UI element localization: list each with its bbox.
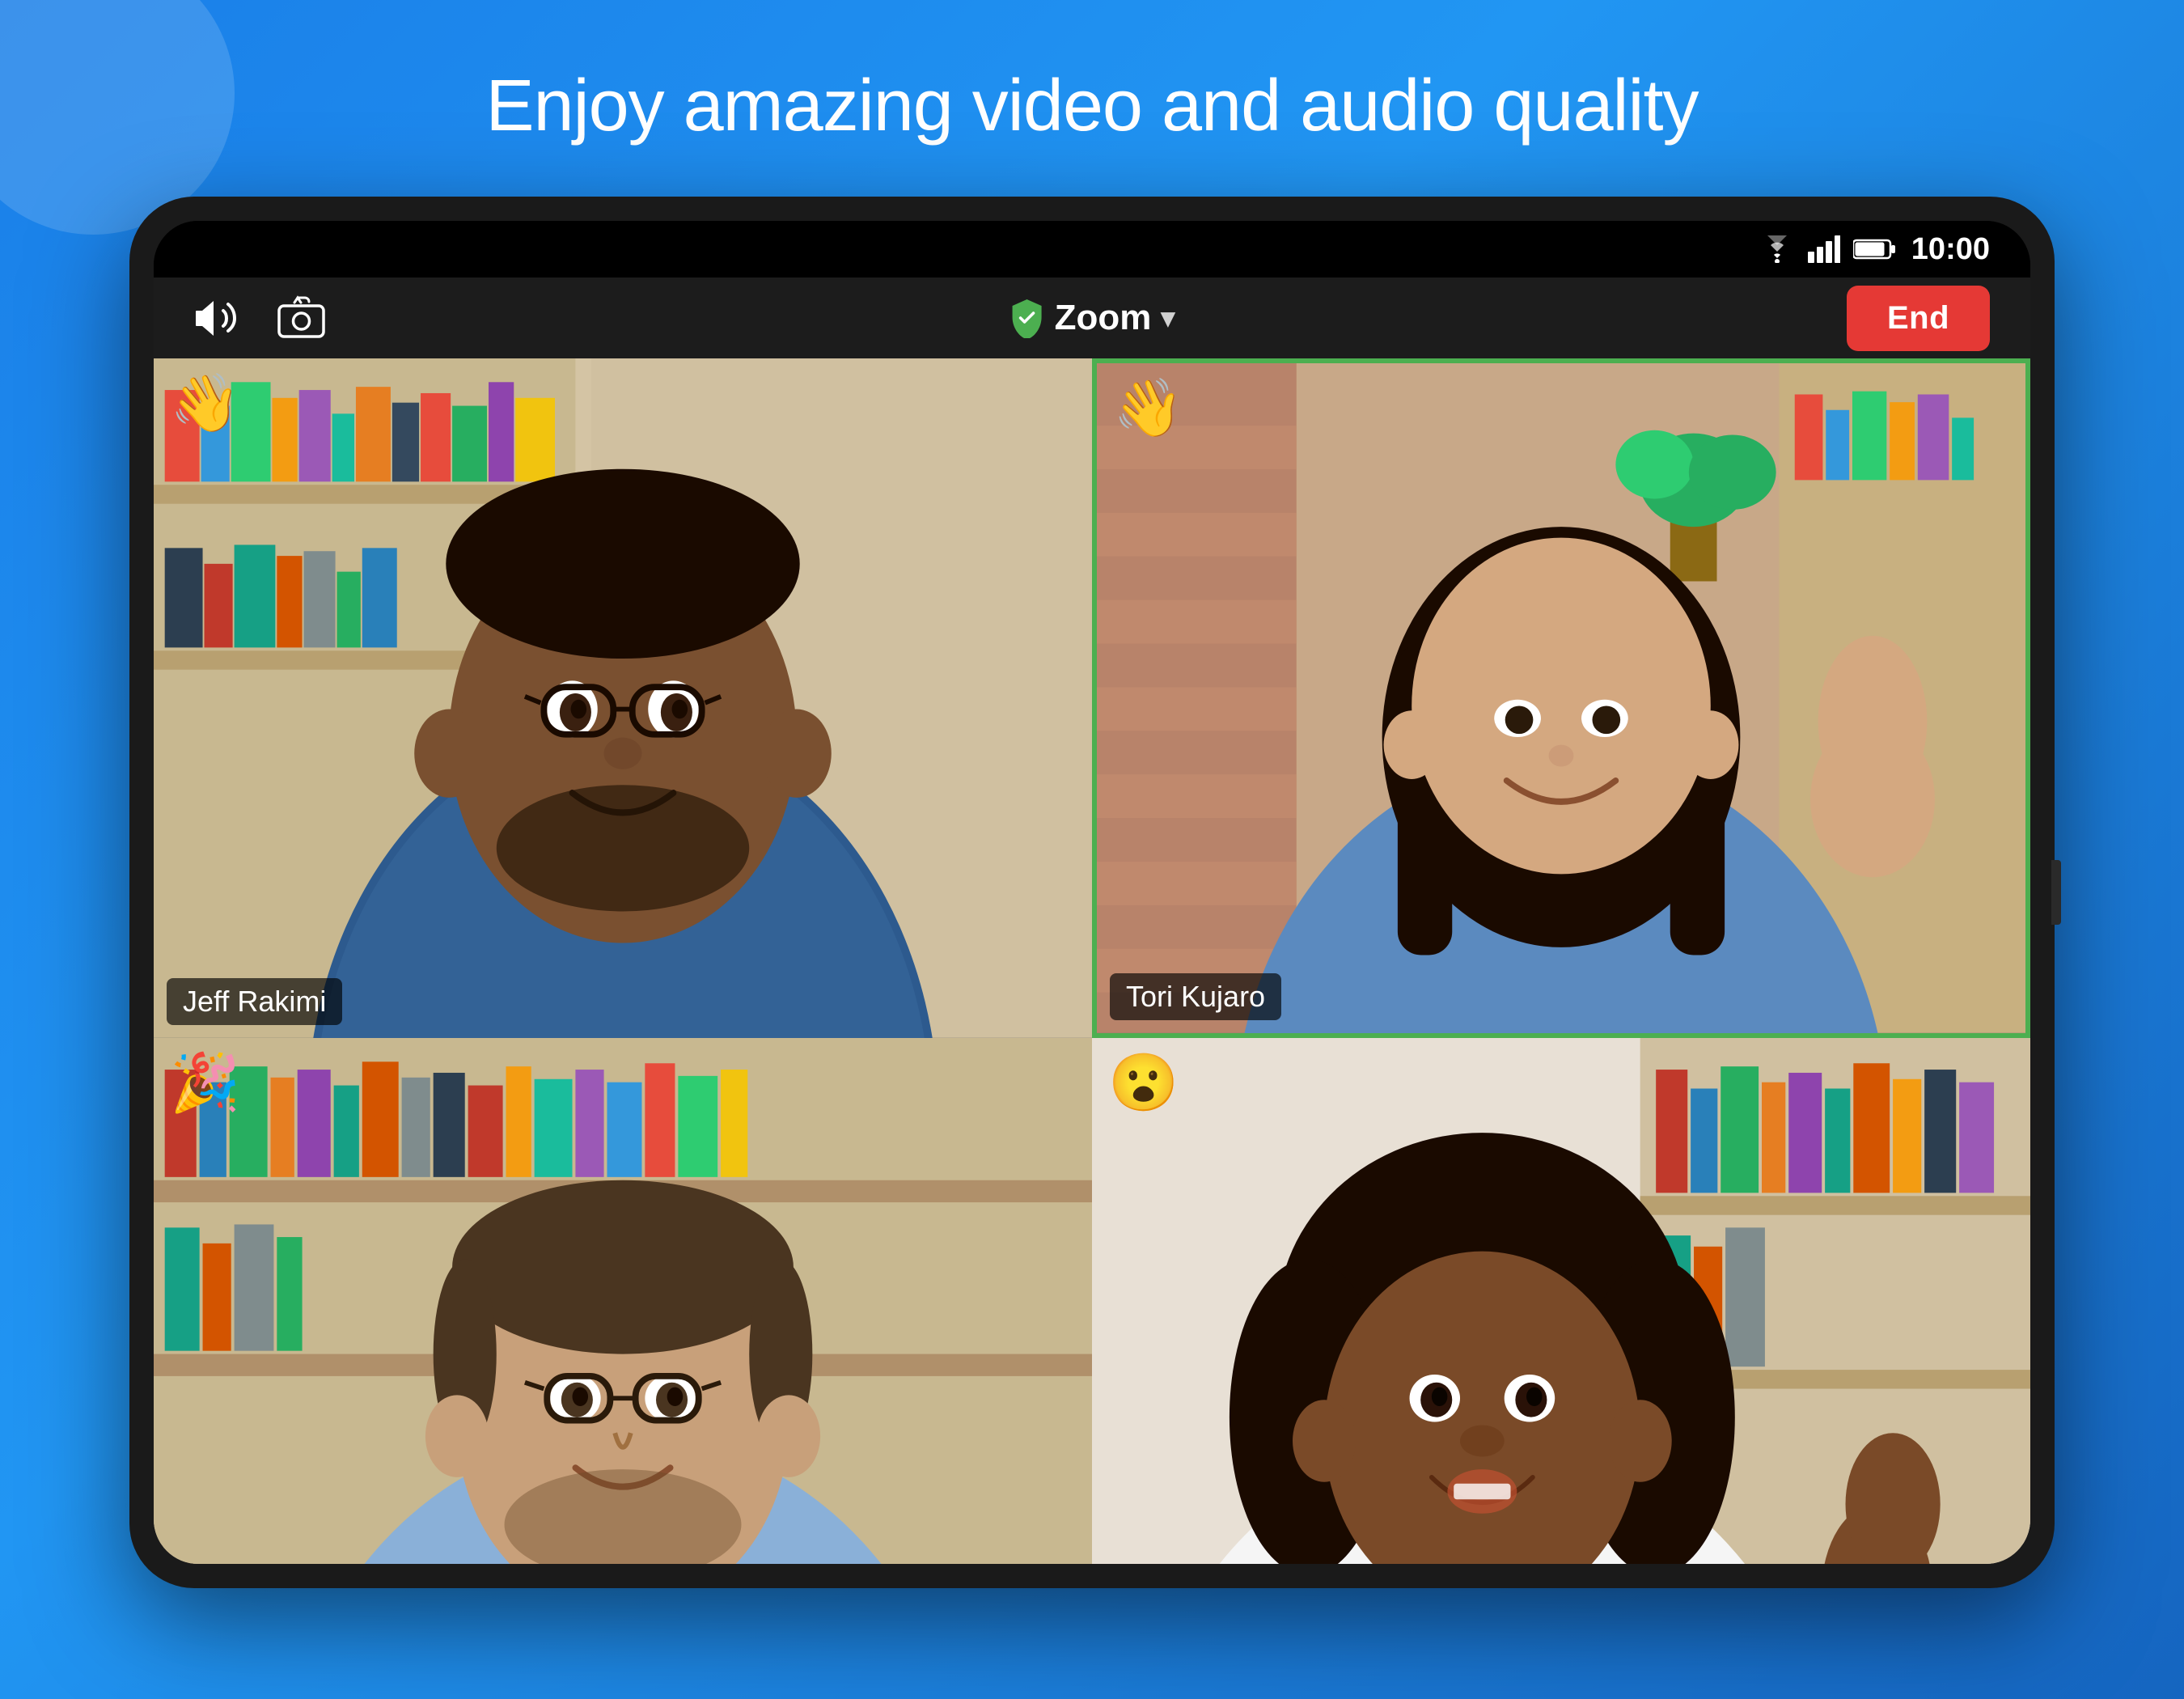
jeff-video-frame [154, 358, 1092, 1038]
top-bar-left [194, 294, 328, 341]
video-cell-nabil: 🎉 Nabil Rashid [154, 1038, 1092, 1564]
app-name: Zoom [1055, 298, 1152, 338]
top-bar: Zoom ▾ End [154, 278, 2030, 358]
karen-video-frame [1092, 1038, 2030, 1564]
karen-reaction: 😮 [1108, 1054, 1179, 1111]
nabil-video-frame [154, 1038, 1092, 1564]
tori-name: Tori Kujaro [1110, 973, 1281, 1020]
camera-flip-icon [275, 294, 328, 341]
page-title: Enjoy amazing video and audio quality [485, 65, 1698, 148]
camera-flip-button[interactable] [275, 294, 328, 341]
jeff-bg [154, 358, 1092, 1038]
tablet-device: 10:00 [129, 197, 2055, 1588]
security-shield-icon [1009, 298, 1045, 338]
speaker-button[interactable] [194, 296, 243, 341]
tablet-screen: 10:00 [154, 221, 2030, 1564]
nabil-reaction: 🎉 [170, 1054, 240, 1111]
video-cell-jeff: 👋 Jeff Rakimi [154, 358, 1092, 1038]
video-cell-tori: 👋 Tori Kujaro [1092, 358, 2030, 1038]
tori-video-frame [1097, 363, 2025, 1033]
wifi-icon [1759, 235, 1795, 263]
tablet-side-button [2051, 860, 2061, 925]
top-bar-right: End [1847, 286, 1990, 351]
time-display: 10:00 [1911, 232, 1990, 267]
status-bar: 10:00 [154, 221, 2030, 278]
speaker-icon [194, 296, 243, 341]
end-button[interactable]: End [1847, 286, 1990, 351]
top-bar-center: Zoom ▾ [1009, 298, 1175, 338]
nabil-bg [154, 1038, 1092, 1564]
jeff-name: Jeff Rakimi [167, 978, 342, 1025]
tori-reaction: 👋 [1113, 379, 1183, 436]
status-icons: 10:00 [1759, 232, 1990, 267]
battery-icon [1853, 238, 1895, 261]
dropdown-chevron-icon: ▾ [1161, 302, 1175, 334]
video-grid: 👋 Jeff Rakimi [154, 358, 2030, 1564]
jeff-reaction: 👋 [170, 375, 240, 431]
video-cell-karen: 😮 Karen Anderson [1092, 1038, 2030, 1564]
signal-icon [1808, 235, 1840, 263]
tori-bg [1097, 363, 2025, 1033]
karen-bg [1092, 1038, 2030, 1564]
